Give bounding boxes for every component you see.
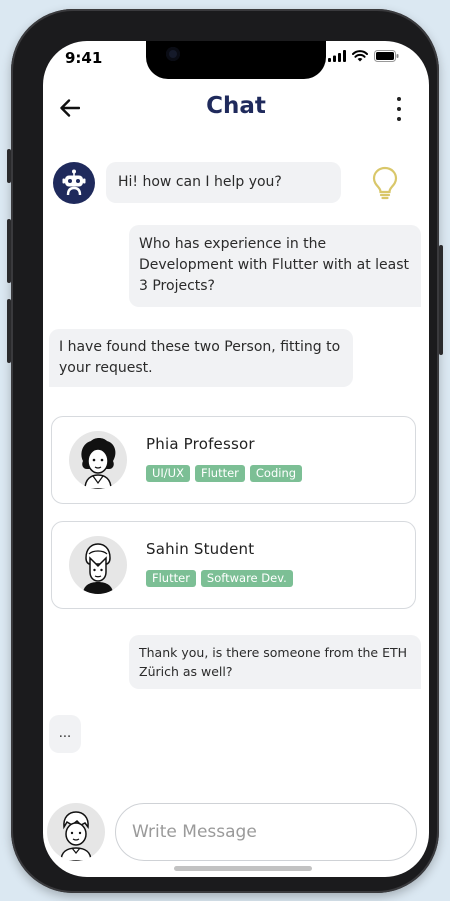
more-vert-icon [397,97,401,101]
lightbulb-icon [372,166,398,200]
skill-tags: Flutter Software Dev. [146,570,293,587]
signal-icon [328,50,346,62]
typing-indicator: ... [49,715,81,753]
more-options-button[interactable] [391,97,407,121]
status-icons [328,50,399,62]
bot-message: I have found these two Person, fitting t… [49,329,353,387]
power-button [439,245,443,355]
mute-switch [7,149,11,183]
suggestion-button[interactable] [371,166,399,200]
status-time: 9:41 [65,49,103,67]
notch [146,41,326,79]
avatar-illustration [81,438,116,489]
skill-tag: Software Dev. [200,570,293,587]
person-card[interactable]: Sahin Student Flutter Software Dev. [51,521,416,609]
skill-tag: Coding [249,465,303,482]
volume-down-button [7,299,11,363]
skill-tag: UI/UX [146,465,190,482]
user-message: Thank you, is there someone from the ETH… [129,635,421,689]
user-message: Who has experience in the Development wi… [129,225,421,307]
more-vert-dot [397,107,401,111]
avatar[interactable] [47,803,105,861]
robot-icon [62,169,86,196]
battery-icon [374,50,399,62]
person-name: Sahin Student [146,540,255,558]
bot-message: Hi! how can I help you? [106,162,341,203]
more-vert-dot [397,117,401,121]
skill-tag: Flutter [194,465,245,482]
skill-tags: UI/UX Flutter Coding [146,465,303,482]
front-camera [166,47,180,61]
message-input[interactable] [115,803,417,861]
avatar [69,431,127,489]
page-title: Chat [206,93,266,119]
skill-tag: Flutter [146,570,196,587]
person-card[interactable]: Phia Professor UI/UX Flutter Coding [51,416,416,504]
bot-avatar [53,162,95,204]
chat-header: Chat [43,91,429,127]
person-name: Phia Professor [146,435,255,453]
composer [43,801,429,865]
avatar-illustration [60,811,92,861]
wifi-icon [352,50,368,62]
volume-up-button [7,219,11,283]
avatar [69,536,127,594]
screen: 9:41 Chat Hi! how can I help you? Who ha… [43,41,429,877]
home-indicator[interactable] [174,866,312,871]
phone-frame: 9:41 Chat Hi! how can I help you? Who ha… [7,9,443,893]
avatar-illustration [83,543,113,594]
